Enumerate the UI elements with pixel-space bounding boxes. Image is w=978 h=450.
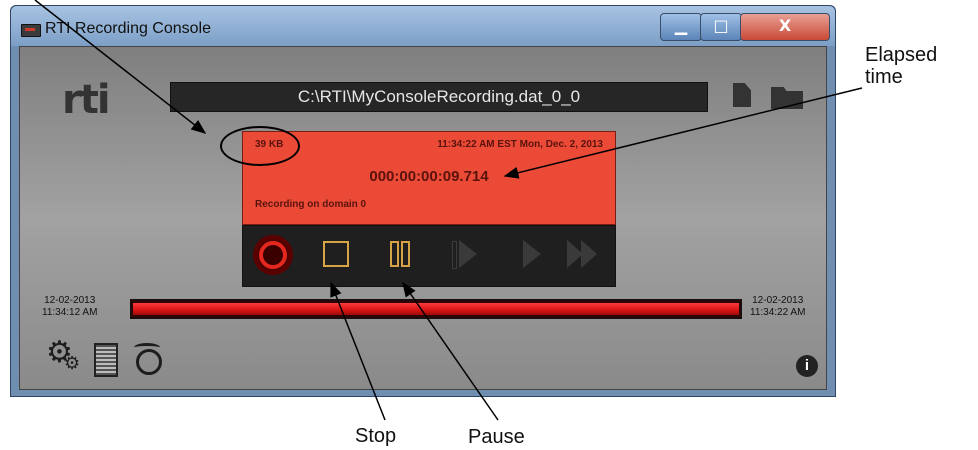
minimize-button[interactable]: ▁	[660, 13, 702, 41]
app-icon	[21, 24, 41, 37]
timeline-end-time: 11:34:22 AM	[750, 307, 806, 318]
info-icon[interactable]: i	[796, 355, 818, 377]
timeline-start: 12-02-2013 11:34:12 AM	[42, 295, 97, 319]
play-button[interactable]	[509, 235, 549, 275]
transport-controls	[242, 225, 616, 287]
recording-file-path[interactable]: C:\RTI\MyConsoleRecording.dat_0_0	[170, 82, 708, 112]
timeline-end: 12-02-2013 11:34:22 AM	[750, 295, 805, 319]
stop-annotation: Stop	[355, 425, 397, 447]
alarm-clock-icon[interactable]	[130, 341, 166, 377]
timeline-progress	[133, 303, 739, 315]
timeline-end-date: 12-02-2013	[752, 295, 804, 306]
elapsed-time-annotation: Elapsed time	[865, 44, 938, 88]
current-datetime: 11:34:22 AM EST Mon, Dec. 2, 2013	[437, 139, 603, 150]
window-title: RTI Recording Console	[45, 20, 212, 37]
close-button[interactable]: X	[740, 13, 830, 41]
record-button[interactable]	[253, 235, 293, 275]
stop-button[interactable]	[317, 235, 357, 275]
settings-gear-icon[interactable]	[46, 335, 80, 374]
timeline-start-time: 11:34:12 AM	[42, 307, 98, 318]
size-highlight-ellipse	[220, 126, 300, 166]
rti-logo: rti	[62, 77, 111, 123]
maximize-button[interactable]: □	[700, 13, 742, 41]
new-file-icon[interactable]	[733, 83, 751, 107]
pause-button[interactable]	[381, 235, 421, 275]
recording-console-window: RTI Recording Console ▁ □ X rti C:\RTI\M…	[10, 5, 836, 397]
title-bar[interactable]: RTI Recording Console ▁ □ X	[11, 6, 835, 46]
timeline-bar[interactable]	[130, 299, 742, 319]
recording-status: Recording on domain 0	[255, 199, 367, 210]
fast-forward-button[interactable]	[563, 235, 603, 275]
step-forward-button[interactable]	[445, 235, 485, 275]
timeline-start-date: 12-02-2013	[44, 295, 96, 306]
pause-annotation: Pause	[468, 426, 525, 448]
console-body: rti C:\RTI\MyConsoleRecording.dat_0_0 39…	[19, 46, 827, 390]
elapsed-time: 000:00:00:09.714	[369, 168, 489, 185]
open-folder-icon[interactable]	[771, 87, 803, 109]
notepad-icon[interactable]	[94, 343, 118, 377]
